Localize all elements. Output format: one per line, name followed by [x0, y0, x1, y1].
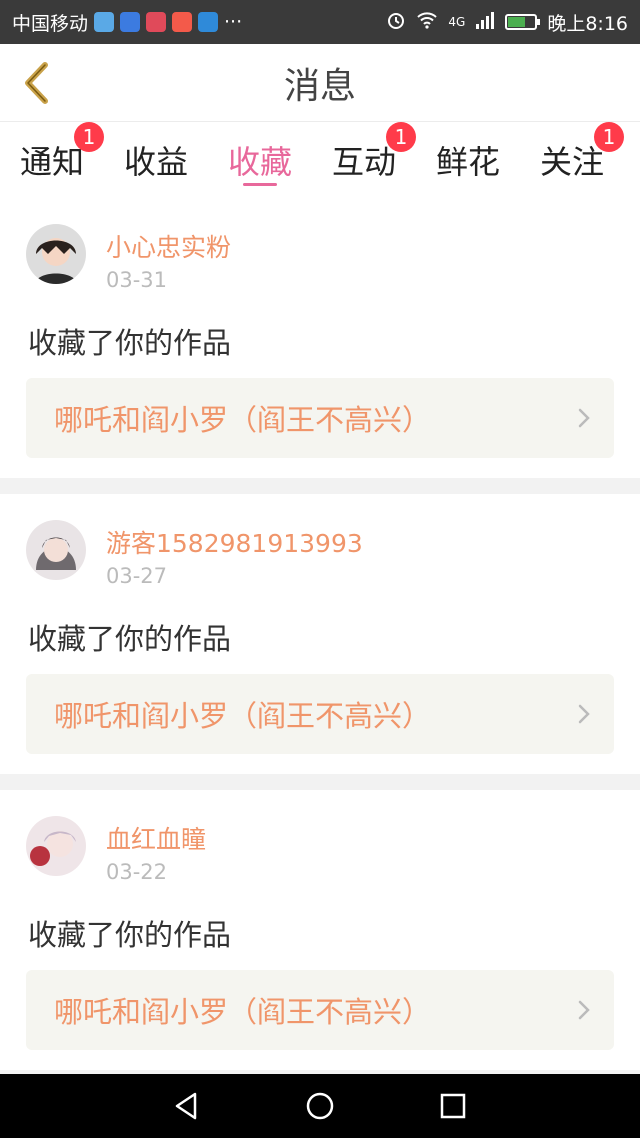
carrier-label: 中国移动 — [12, 12, 89, 35]
page-title: 消息 — [283, 65, 356, 107]
message-text: 收藏了你的作品 — [28, 622, 232, 656]
list-item: 游客1582981913993 03-27 收藏了你的作品 哪吒和阎小罗（阎王不… — [0, 494, 640, 774]
avatar[interactable] — [26, 520, 86, 580]
chevron-left-icon — [25, 62, 48, 104]
triangle-back-icon[interactable] — [171, 1090, 203, 1122]
tab-favorites[interactable]: 收藏 — [208, 122, 312, 198]
tab-label: 收藏 — [227, 143, 292, 181]
tab-label: 鲜花 — [435, 143, 500, 181]
list-item: 血红血瞳 03-22 收藏了你的作品 哪吒和阎小罗（阎王不高兴） — [0, 790, 640, 1070]
square-recent-icon[interactable] — [437, 1090, 469, 1122]
tab-label: 互动 — [331, 143, 396, 181]
username-link[interactable]: 小心忠实粉 — [106, 228, 231, 264]
signal-icon — [475, 11, 495, 34]
username-link[interactable]: 血红血瞳 — [106, 820, 206, 856]
network-type: 4G — [448, 15, 466, 29]
app-notification-icon — [94, 12, 115, 32]
wifi-icon — [416, 11, 438, 34]
tab-badge: 1 — [594, 122, 624, 152]
battery-icon — [505, 14, 541, 30]
app-notification-icon — [172, 12, 193, 32]
message-list: 小心忠实粉 03-31 收藏了你的作品 哪吒和阎小罗（阎王不高兴） 游客1582… — [0, 198, 640, 1070]
tab-flowers[interactable]: 鲜花 — [416, 122, 520, 198]
system-nav-bar — [0, 1074, 640, 1138]
chevron-right-icon — [578, 1000, 590, 1020]
tab-label: 关注 — [539, 143, 604, 181]
chevron-right-icon — [578, 408, 590, 428]
work-title: 哪吒和阎小罗（阎王不高兴） — [54, 403, 432, 437]
message-date: 03-31 — [106, 268, 168, 292]
avatar[interactable] — [26, 816, 86, 876]
work-link[interactable]: 哪吒和阎小罗（阎王不高兴） — [26, 378, 614, 458]
app-notification-icon — [198, 12, 219, 32]
alarm-icon — [386, 10, 406, 35]
message-date: 03-27 — [106, 564, 168, 588]
app-notification-icon — [120, 12, 141, 32]
back-button[interactable] — [14, 58, 58, 108]
tab-badge: 1 — [386, 122, 416, 152]
tab-label: 收益 — [123, 143, 188, 181]
clock: 晚上8:16 — [547, 12, 628, 35]
message-date: 03-22 — [106, 860, 168, 884]
tab-label: 通知 — [19, 143, 84, 181]
work-title: 哪吒和阎小罗（阎王不高兴） — [54, 995, 432, 1029]
avatar[interactable] — [26, 224, 86, 284]
chevron-right-icon — [578, 704, 590, 724]
work-link[interactable]: 哪吒和阎小罗（阎王不高兴） — [26, 970, 614, 1050]
work-title: 哪吒和阎小罗（阎王不高兴） — [54, 699, 432, 733]
tab-interactions[interactable]: 互动 1 — [312, 122, 416, 198]
tab-bar: 通知 1 收益 收藏 互动 1 鲜花 关注 1 — [0, 122, 640, 198]
circle-home-icon[interactable] — [304, 1090, 336, 1122]
message-text: 收藏了你的作品 — [28, 918, 232, 952]
status-bar: 中国移动 ··· 4G 晚上8:16 — [0, 0, 640, 44]
message-text: 收藏了你的作品 — [28, 326, 232, 360]
tab-follows[interactable]: 关注 1 — [520, 122, 624, 198]
tab-badge: 1 — [74, 122, 104, 152]
list-item: 小心忠实粉 03-31 收藏了你的作品 哪吒和阎小罗（阎王不高兴） — [0, 198, 640, 478]
app-notification-icon — [146, 12, 167, 32]
work-link[interactable]: 哪吒和阎小罗（阎王不高兴） — [26, 674, 614, 754]
username-link[interactable]: 游客1582981913993 — [106, 524, 363, 560]
more-notifications: ··· — [224, 11, 243, 33]
tab-notifications[interactable]: 通知 1 — [0, 122, 104, 198]
tab-earnings[interactable]: 收益 — [104, 122, 208, 198]
header-bar: 消息 — [0, 44, 640, 122]
